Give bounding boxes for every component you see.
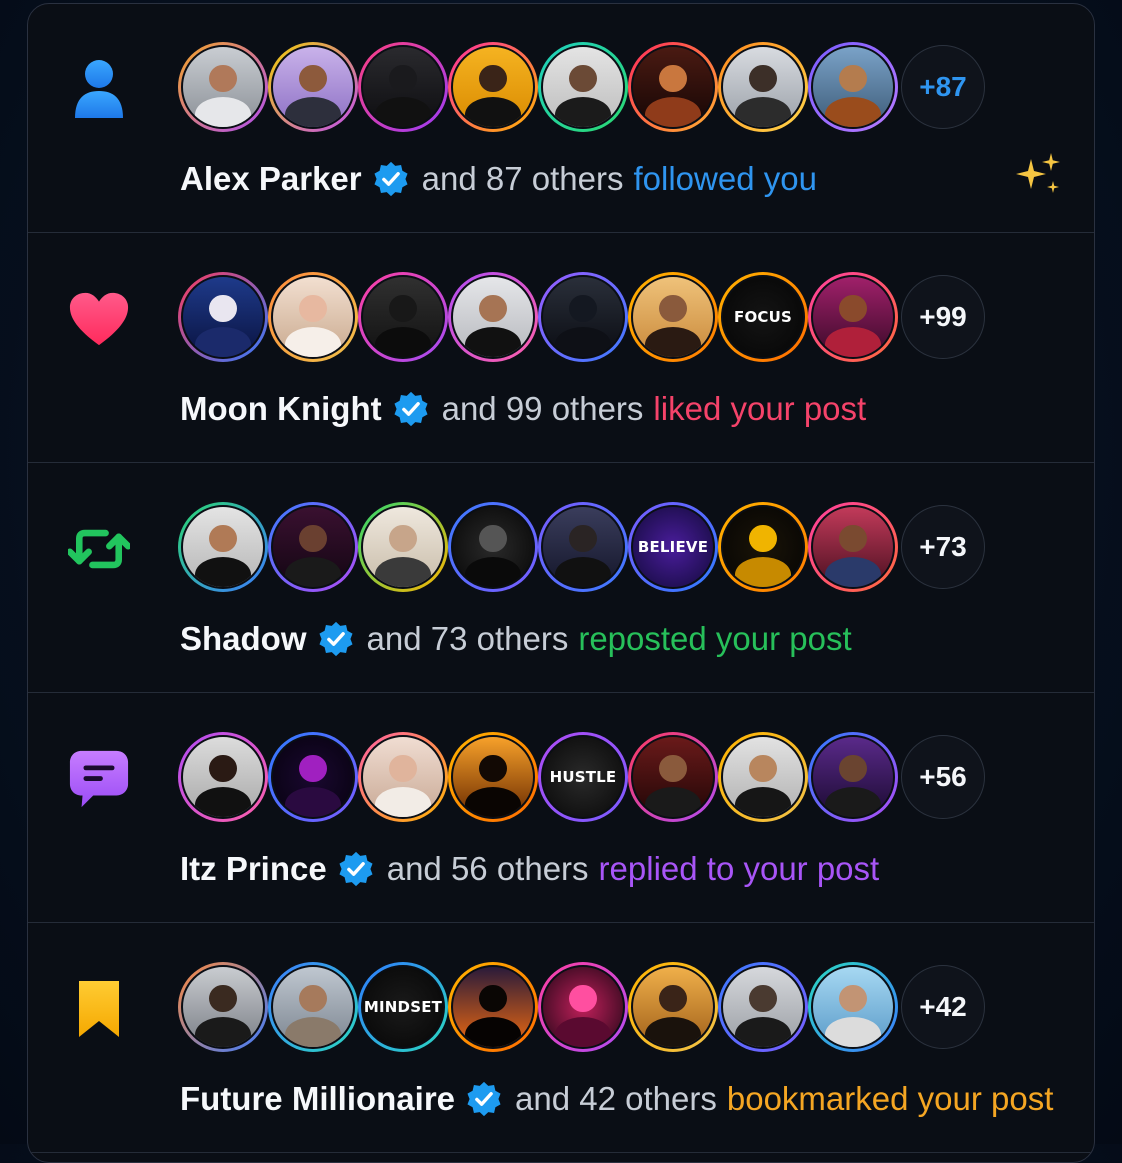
- notification-text: Moon Knight and 99 others liked your post: [180, 384, 866, 434]
- avatar-stack: FOCUS +99: [178, 272, 985, 362]
- avatar[interactable]: BELIEVE: [628, 502, 718, 592]
- notification-text: Shadow and 73 others reposted your post: [180, 614, 852, 664]
- verified-badge-icon: [392, 390, 430, 428]
- avatar[interactable]: [628, 42, 718, 132]
- avatar[interactable]: [448, 732, 538, 822]
- notification-row-follow[interactable]: +87 Alex Parker and 87 others followed you: [28, 4, 1094, 233]
- avatar[interactable]: [628, 732, 718, 822]
- notifications-panel: +87 Alex Parker and 87 others followed you F…: [27, 3, 1095, 1163]
- avatar[interactable]: [808, 732, 898, 822]
- avatar[interactable]: [178, 962, 268, 1052]
- avatar[interactable]: [808, 502, 898, 592]
- avatar[interactable]: MINDSET: [358, 962, 448, 1052]
- avatar[interactable]: [808, 272, 898, 362]
- notification-row-repost[interactable]: BELIEVE +73 Shadow and 73 others reposted yo…: [28, 464, 1094, 693]
- avatar[interactable]: [358, 502, 448, 592]
- avatar[interactable]: [718, 962, 808, 1052]
- sparkle-icon: [1013, 149, 1065, 201]
- avatar[interactable]: FOCUS: [718, 272, 808, 362]
- others-text: and 99 others: [441, 390, 644, 427]
- chat-bubble-icon: [68, 746, 130, 812]
- bookmark-icon: [68, 976, 130, 1042]
- others-text: and 73 others: [366, 620, 569, 657]
- avatar-word: FOCUS: [734, 308, 792, 326]
- user-name-link[interactable]: Itz Prince: [180, 850, 327, 888]
- verified-badge-icon: [317, 620, 355, 658]
- avatar-stack: BELIEVE +73: [178, 502, 985, 592]
- user-name-link[interactable]: Future Millionaire: [180, 1080, 455, 1118]
- avatar[interactable]: [178, 732, 268, 822]
- avatar[interactable]: [628, 272, 718, 362]
- notification-text: Itz Prince and 56 others replied to your p…: [180, 844, 879, 894]
- avatar[interactable]: [178, 42, 268, 132]
- others-text: and 87 others: [421, 160, 624, 197]
- verified-badge-icon: [465, 1080, 503, 1118]
- avatar[interactable]: [268, 962, 358, 1052]
- others-count-badge[interactable]: +73: [901, 505, 985, 589]
- notification-text: Future Millionaire and 42 others bookmarke…: [180, 1074, 1053, 1124]
- user-name-link[interactable]: Shadow: [180, 620, 307, 658]
- avatar[interactable]: [358, 732, 448, 822]
- verified-badge-icon: [372, 160, 410, 198]
- avatar[interactable]: [448, 42, 538, 132]
- avatar[interactable]: [268, 42, 358, 132]
- action-text: replied to your post: [598, 850, 880, 887]
- others-text: and 42 others: [515, 1080, 717, 1117]
- avatar[interactable]: [358, 42, 448, 132]
- user-name-link[interactable]: Alex Parker: [180, 160, 362, 198]
- others-count-badge[interactable]: +56: [901, 735, 985, 819]
- avatar[interactable]: [268, 502, 358, 592]
- avatar-word: MINDSET: [363, 998, 443, 1016]
- avatar[interactable]: [628, 962, 718, 1052]
- others-count-badge[interactable]: +42: [901, 965, 985, 1049]
- avatar[interactable]: [448, 962, 538, 1052]
- avatar[interactable]: [178, 272, 268, 362]
- avatar[interactable]: [448, 502, 538, 592]
- verified-badge-icon: [337, 850, 375, 888]
- action-text: followed you: [633, 160, 817, 197]
- avatar[interactable]: [538, 962, 628, 1052]
- avatar[interactable]: [358, 272, 448, 362]
- avatar[interactable]: [538, 502, 628, 592]
- others-text: and 56 others: [386, 850, 589, 887]
- others-count-badge[interactable]: +87: [901, 45, 985, 129]
- avatar[interactable]: [448, 272, 538, 362]
- notification-row-reply[interactable]: HUSTLE +56 Itz Prince and 56 others replied …: [28, 694, 1094, 923]
- others-count-badge[interactable]: +99: [901, 275, 985, 359]
- repost-icon: [68, 516, 130, 582]
- avatar-stack: HUSTLE +56: [178, 732, 985, 822]
- person-icon: [68, 56, 130, 122]
- action-text: reposted your post: [578, 620, 852, 657]
- avatar[interactable]: [808, 962, 898, 1052]
- avatar-word: BELIEVE: [637, 538, 709, 556]
- notification-text: Alex Parker and 87 others followed you: [180, 154, 817, 204]
- heart-icon: [68, 286, 130, 352]
- avatar[interactable]: [718, 502, 808, 592]
- avatar[interactable]: [538, 42, 628, 132]
- avatar-word: HUSTLE: [549, 768, 617, 786]
- avatar[interactable]: [268, 732, 358, 822]
- action-text: liked your post: [653, 390, 867, 427]
- avatar-stack: +87: [178, 42, 985, 132]
- notification-row-like[interactable]: FOCUS +99 Moon Knight and 99 others liked yo…: [28, 234, 1094, 463]
- avatar[interactable]: [808, 42, 898, 132]
- avatar-stack: MINDSET +42: [178, 962, 985, 1052]
- action-text: bookmarked your post: [726, 1080, 1054, 1117]
- user-name-link[interactable]: Moon Knight: [180, 390, 382, 428]
- avatar[interactable]: [718, 42, 808, 132]
- avatar[interactable]: [718, 732, 808, 822]
- avatar[interactable]: [268, 272, 358, 362]
- avatar[interactable]: [178, 502, 268, 592]
- avatar[interactable]: [538, 272, 628, 362]
- notification-row-bookmark[interactable]: MINDSET +42 Future Millionaire and 42 other…: [28, 924, 1094, 1153]
- avatar[interactable]: HUSTLE: [538, 732, 628, 822]
